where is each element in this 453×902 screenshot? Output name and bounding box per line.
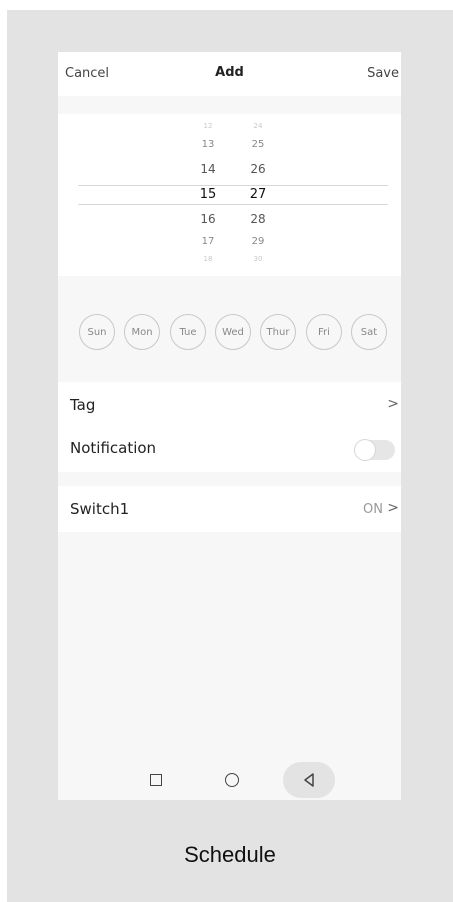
recents-icon[interactable] xyxy=(150,774,162,786)
phone-screen: Cancel Add Save 12 13 14 15 16 17 18 24 … xyxy=(58,52,401,800)
hour-option[interactable]: 18 xyxy=(188,255,228,263)
switch1-value: ON xyxy=(363,502,383,517)
caption: Schedule xyxy=(184,842,276,867)
notification-label: Notification xyxy=(70,439,157,457)
time-picker[interactable]: 12 13 14 15 16 17 18 24 25 26 27 28 29 3… xyxy=(58,114,401,276)
minute-option[interactable]: 28 xyxy=(238,212,278,226)
hour-option[interactable]: 17 xyxy=(188,236,228,247)
hour-option[interactable]: 13 xyxy=(188,139,228,150)
switch1-row[interactable]: Switch1 ON > xyxy=(58,486,401,532)
chevron-right-icon: > xyxy=(387,396,399,412)
top-bar: Cancel Add Save xyxy=(58,52,401,96)
chevron-right-icon: > xyxy=(387,500,399,516)
hour-option[interactable]: 16 xyxy=(188,212,228,226)
day-fri-button[interactable]: Fri xyxy=(306,314,342,350)
day-tue-button[interactable]: Tue xyxy=(170,314,206,350)
hour-option-selected[interactable]: 15 xyxy=(188,187,228,202)
day-mon-button[interactable]: Mon xyxy=(124,314,160,350)
minute-option[interactable]: 29 xyxy=(238,236,278,247)
minute-option[interactable]: 26 xyxy=(238,162,278,176)
notification-toggle[interactable] xyxy=(355,440,395,460)
day-sun-button[interactable]: Sun xyxy=(79,314,115,350)
minute-option[interactable]: 24 xyxy=(238,122,278,130)
switch1-label: Switch1 xyxy=(70,500,130,518)
android-nav-bar xyxy=(58,762,401,800)
selection-line-top xyxy=(78,185,388,186)
selection-line-bottom xyxy=(78,204,388,205)
page-title: Add xyxy=(215,65,244,80)
home-icon[interactable] xyxy=(225,773,239,787)
minute-option-selected[interactable]: 27 xyxy=(238,187,278,202)
notification-row: Notification xyxy=(58,422,401,472)
day-sat-button[interactable]: Sat xyxy=(351,314,387,350)
minute-option[interactable]: 25 xyxy=(238,139,278,150)
save-button[interactable]: Save xyxy=(367,66,399,81)
day-thur-button[interactable]: Thur xyxy=(260,314,296,350)
minute-option[interactable]: 30 xyxy=(238,255,278,263)
hour-option[interactable]: 12 xyxy=(188,122,228,130)
hour-option[interactable]: 14 xyxy=(188,162,228,176)
day-wed-button[interactable]: Wed xyxy=(215,314,251,350)
back-triangle-icon xyxy=(304,773,314,787)
tag-row[interactable]: Tag > xyxy=(58,382,401,422)
toggle-knob xyxy=(355,440,375,460)
back-button[interactable] xyxy=(283,762,335,798)
tag-label: Tag xyxy=(70,396,96,414)
repeat-days: Sun Mon Tue Wed Thur Fri Sat xyxy=(58,276,401,376)
